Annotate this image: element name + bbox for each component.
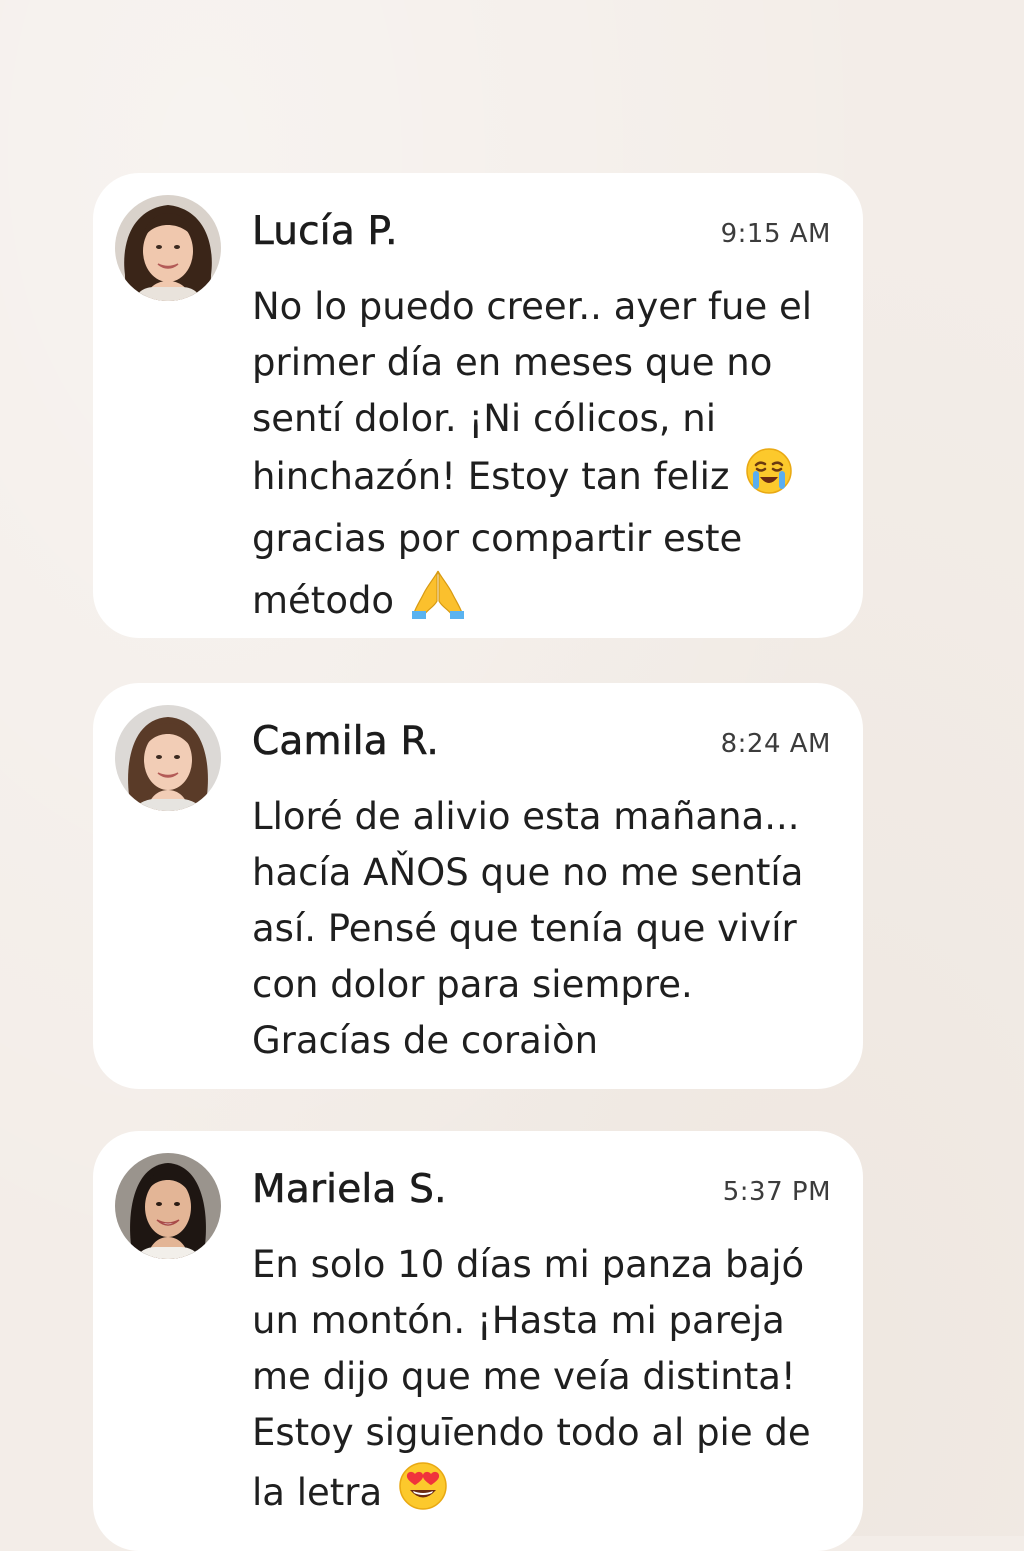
praying-hands-icon: [410, 567, 466, 635]
crying-face-icon: [745, 447, 793, 511]
message-time: 8:24 AM: [720, 729, 831, 759]
message-body: No lo puedo creer.. ayer fue el primer d…: [252, 285, 813, 498]
sender-name: Camila R.: [252, 719, 439, 765]
message-body: En solo 10 días mi panza bajó un montón.…: [252, 1243, 811, 1514]
message-text: No lo puedo creer.. ayer fue el primer d…: [252, 279, 842, 635]
message-card-camila: Camila R. 8:24 AM Lloré de alivio esta m…: [93, 683, 863, 1089]
message-body-continued: gracias por compartir este método: [252, 517, 743, 622]
message-card-lucia: Lucía P. 9:15 AM No lo puedo creer.. aye…: [93, 173, 863, 638]
avatar-mariela: [115, 1153, 221, 1259]
avatar-camila: [115, 705, 221, 811]
message-time: 5:37 PM: [722, 1177, 831, 1207]
message-text: En solo 10 días mi panza bajó un montón.…: [252, 1237, 842, 1527]
sender-name: Mariela S.: [252, 1167, 447, 1213]
avatar-lucia: [115, 195, 221, 301]
message-card-mariela: Mariela S. 5:37 PM En solo 10 días mi pa…: [93, 1131, 863, 1551]
sender-name: Lucía P.: [252, 209, 398, 255]
message-time: 9:15 AM: [720, 219, 831, 249]
message-text: Lloré de alivio esta mañana... hacía AŇO…: [252, 795, 804, 1062]
heart-eyes-icon: [398, 1461, 448, 1527]
